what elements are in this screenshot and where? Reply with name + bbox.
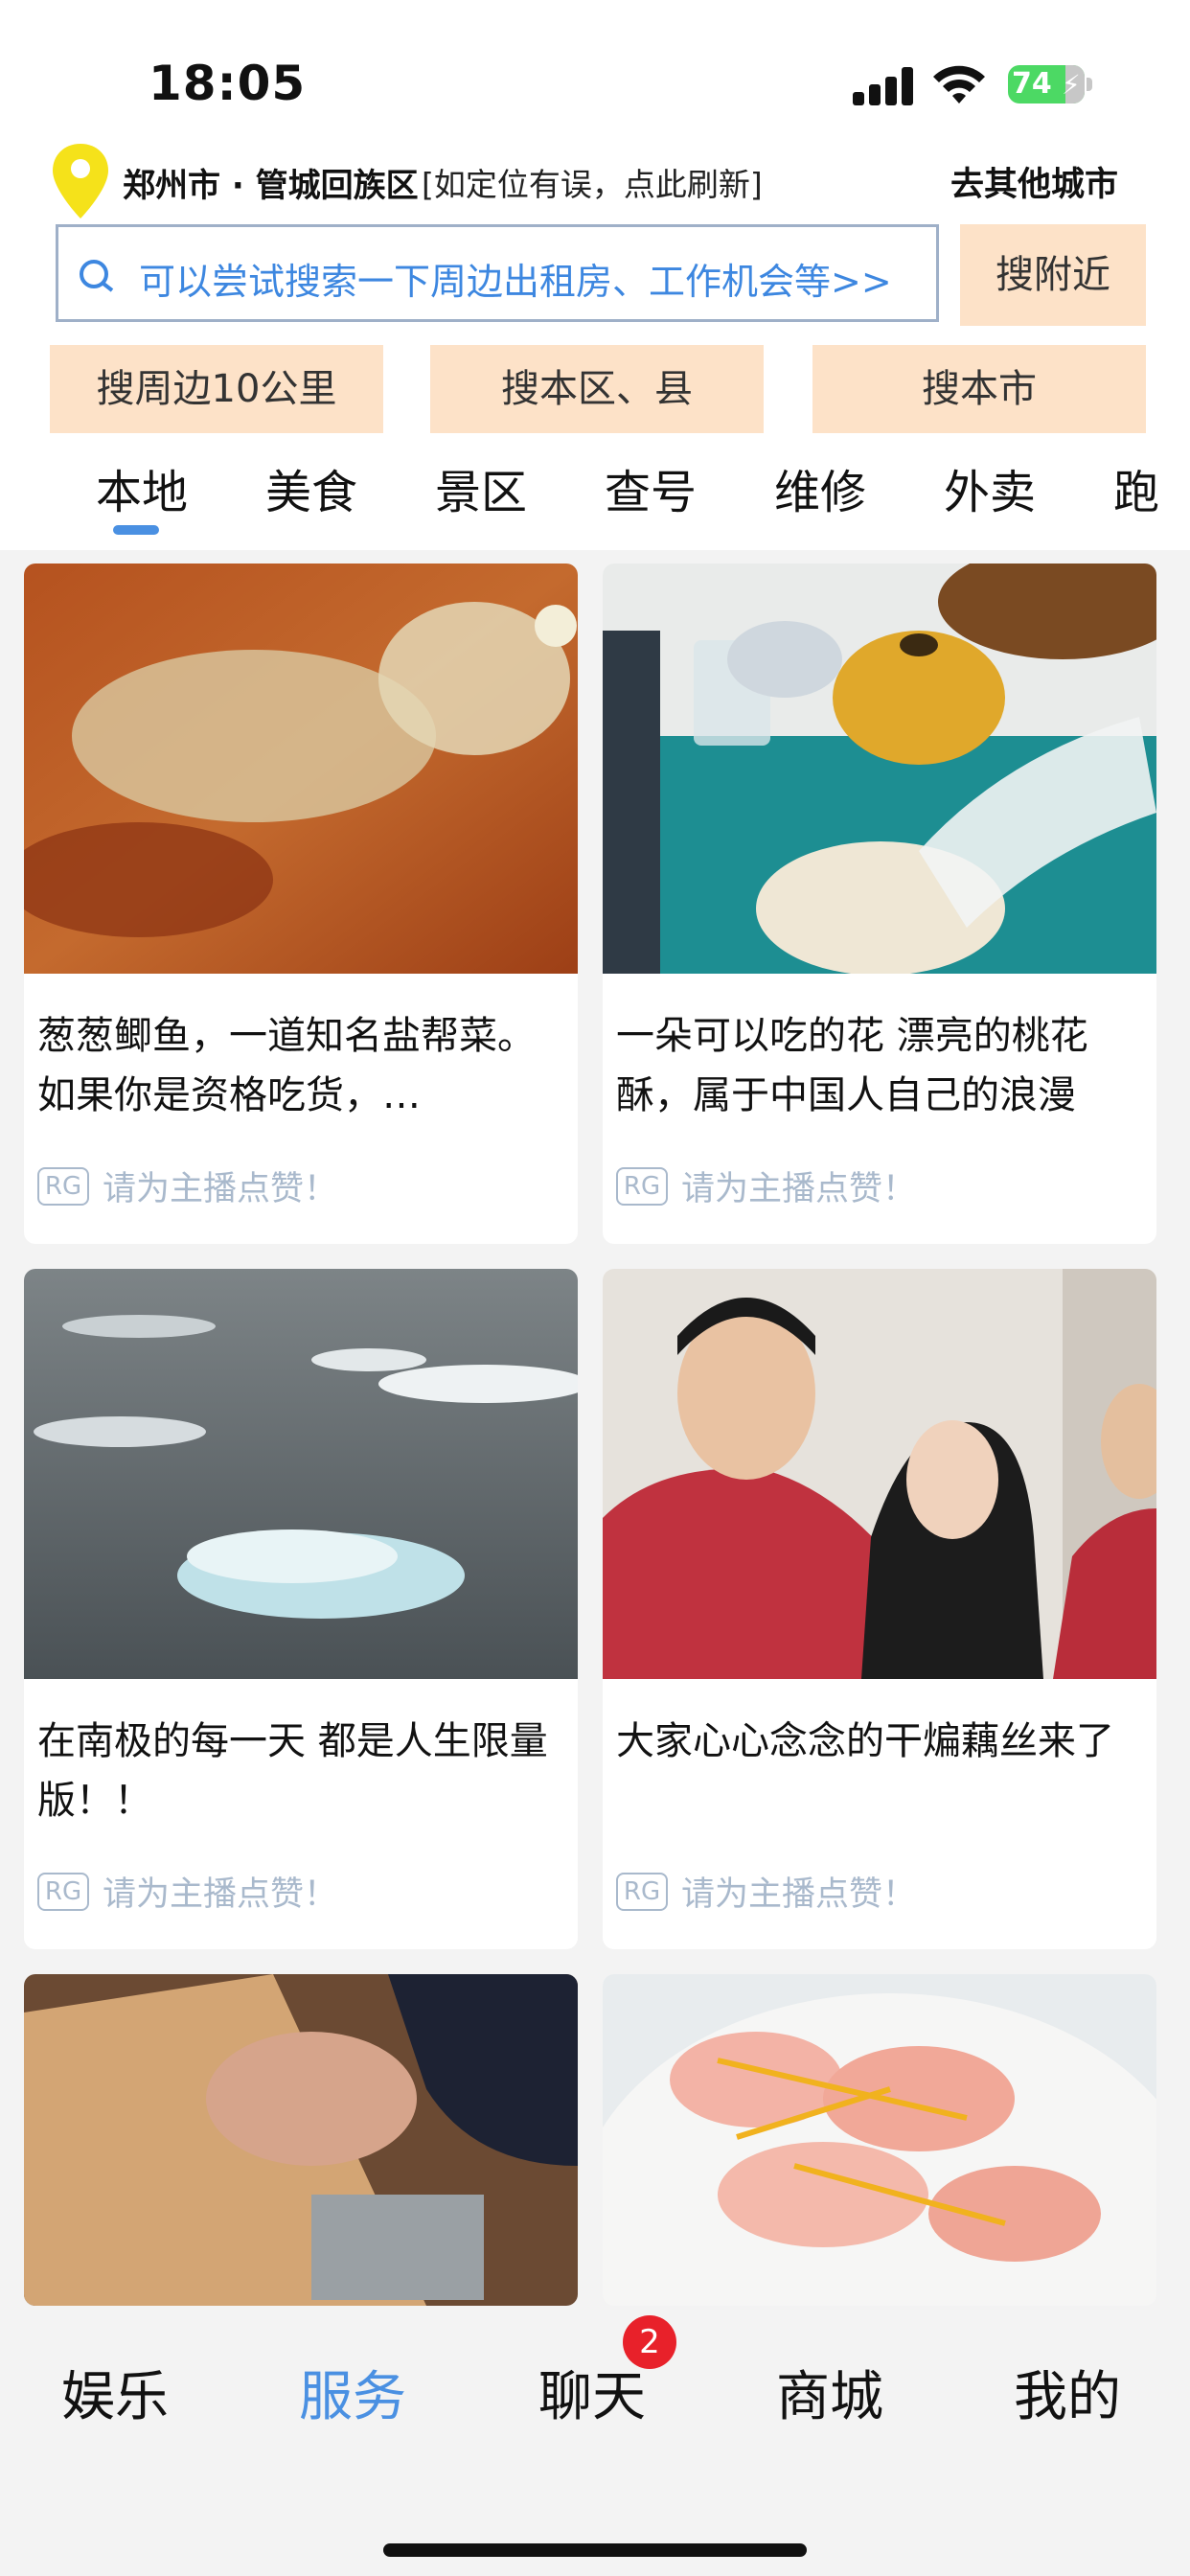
nav-chat[interactable]: 聊天	[538, 2354, 646, 2431]
search-nearby-button[interactable]: 搜附近	[960, 224, 1146, 326]
bottom-navigation: 娱乐 服务 聊天 2 商城 我的	[0, 2306, 1190, 2576]
battery-icon: 74 ⚡	[1008, 65, 1092, 104]
active-tab-indicator	[113, 525, 159, 535]
video-card[interactable]: 2281 0 一朵可以吃的花 漂亮的桃花酥，属于中国人自己的浪漫 RG 请为主播…	[603, 564, 1156, 1244]
charging-icon: ⚡	[1062, 69, 1081, 101]
video-card[interactable]	[24, 1974, 578, 2306]
video-card[interactable]: 3989 0 在南极的每一天 都是人生限量版！！ RG 请为主播点赞！	[24, 1269, 578, 1949]
like-prompt[interactable]: 请为主播点赞！	[103, 1867, 337, 1916]
video-thumbnail	[603, 564, 1156, 974]
tab-takeout[interactable]: 外卖	[944, 454, 1036, 521]
wifi-icon	[933, 65, 985, 104]
filter-10km-button[interactable]: 搜周边10公里	[50, 345, 383, 433]
location-pin-icon[interactable]	[50, 142, 111, 220]
card-footer: RG 请为主播点赞！	[616, 1867, 916, 1916]
like-prompt[interactable]: 请为主播点赞！	[681, 1867, 916, 1916]
status-time: 18:05	[149, 56, 307, 111]
chat-unread-badge: 2	[623, 2315, 676, 2369]
filter-city-button[interactable]: 搜本市	[812, 345, 1146, 433]
video-thumbnail	[24, 1974, 578, 2306]
nav-entertainment[interactable]: 娱乐	[61, 2354, 169, 2431]
refresh-location-link[interactable]: [如定位有误，点此刷新]	[422, 159, 763, 205]
video-card[interactable]	[603, 1974, 1156, 2306]
card-title: 一朵可以吃的花 漂亮的桃花酥，属于中国人自己的浪漫	[616, 1014, 1088, 1117]
video-thumbnail	[603, 1974, 1156, 2306]
tab-food[interactable]: 美食	[265, 454, 357, 521]
card-footer: RG 请为主播点赞！	[37, 1867, 337, 1916]
like-prompt[interactable]: 请为主播点赞！	[103, 1162, 337, 1210]
other-city-link[interactable]: 去其他城市	[950, 157, 1118, 206]
tab-repair[interactable]: 维修	[774, 454, 866, 521]
video-thumbnail	[24, 1269, 578, 1679]
nav-profile[interactable]: 我的	[1014, 2354, 1121, 2431]
tab-local[interactable]: 本地	[96, 454, 188, 521]
tab-partial[interactable]: 跑	[1113, 454, 1190, 521]
rg-badge: RG	[37, 1872, 89, 1911]
card-title: 葱葱鲫鱼，一道知名盐帮菜。如果你是资格吃货，…	[37, 1014, 536, 1117]
card-title: 大家心心念念的干煸藕丝来了	[616, 1719, 1114, 1763]
search-input[interactable]: 可以尝试搜索一下周边出租房、工作机会等>>	[56, 224, 939, 322]
home-indicator	[383, 2543, 807, 2557]
video-card[interactable]: 515 0 大家心心念念的干煸藕丝来了 RG 请为主播点赞！	[603, 1269, 1156, 1949]
video-card[interactable]: 3419 0 葱葱鲫鱼，一道知名盐帮菜。如果你是资格吃货，… RG 请为主播点赞…	[24, 564, 578, 1244]
card-title: 在南极的每一天 都是人生限量版！！	[37, 1719, 548, 1823]
card-footer: RG 请为主播点赞！	[616, 1162, 916, 1210]
like-prompt[interactable]: 请为主播点赞！	[681, 1162, 916, 1210]
rg-badge: RG	[616, 1166, 668, 1206]
video-thumbnail	[603, 1269, 1156, 1679]
cellular-signal-icon	[853, 65, 916, 105]
video-thumbnail	[24, 564, 578, 974]
card-footer: RG 请为主播点赞！	[37, 1162, 337, 1210]
rg-badge: RG	[616, 1872, 668, 1911]
current-city-label[interactable]: 郑州市 · 管城回族区	[123, 159, 419, 206]
search-icon	[80, 260, 114, 292]
tab-phone-lookup[interactable]: 查号	[605, 454, 697, 521]
nav-mall[interactable]: 商城	[776, 2354, 883, 2431]
filter-district-button[interactable]: 搜本区、县	[430, 345, 764, 433]
battery-level: 74	[1012, 67, 1052, 101]
nav-services[interactable]: 服务	[299, 2354, 406, 2431]
rg-badge: RG	[37, 1166, 89, 1206]
tab-scenic[interactable]: 景区	[435, 454, 527, 521]
search-placeholder: 可以尝试搜索一下周边出租房、工作机会等>>	[139, 261, 892, 303]
